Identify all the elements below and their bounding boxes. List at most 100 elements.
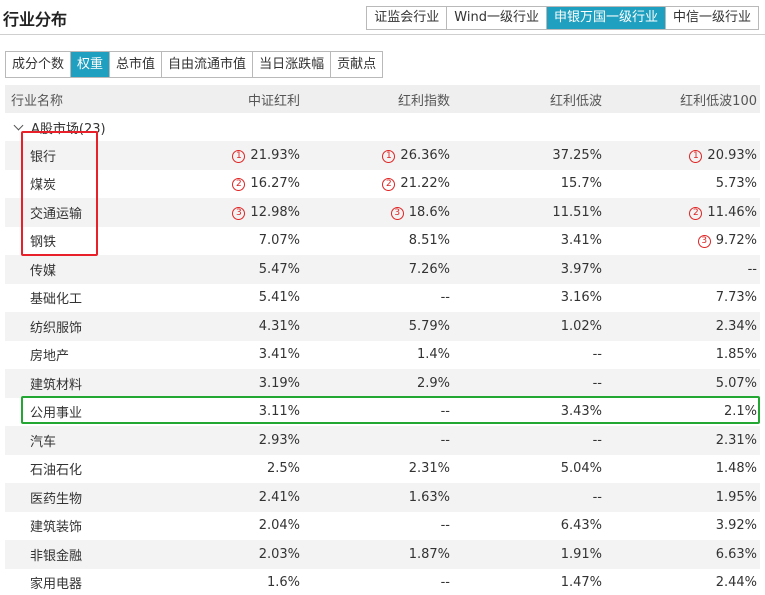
- tab-csrc-industry[interactable]: 证监会行业: [367, 7, 447, 29]
- weight-value: 2.31%: [715, 432, 757, 448]
- table-row[interactable]: 银行 1 21.93% 1 26.36% 37.25% 1 20.93%: [5, 141, 760, 170]
- weight-cell: --: [450, 347, 602, 362]
- weight-cell: 2.44%: [602, 575, 760, 590]
- weight-value: 5.79%: [408, 318, 450, 334]
- weight-value: 2.04%: [258, 518, 300, 534]
- weight-cell: 1 21.93%: [160, 148, 300, 163]
- weight-value: 1.85%: [715, 347, 757, 363]
- weight-cell: --: [300, 575, 450, 590]
- weight-cell: --: [602, 262, 760, 277]
- industry-name-cell: 汽车: [30, 434, 57, 450]
- weight-value: 2.03%: [258, 546, 300, 562]
- weight-cell: 2.9%: [300, 376, 450, 391]
- weight-value: 18.6%: [408, 204, 450, 220]
- table-row[interactable]: 建筑材料 3.19% 2.9% -- 5.07%: [5, 369, 760, 398]
- table-row[interactable]: 非银金融 2.03% 1.87% 1.91% 6.63%: [5, 540, 760, 569]
- table-row[interactable]: 医药生物 2.41% 1.63% -- 1.95%: [5, 483, 760, 512]
- weight-value: 1.63%: [408, 489, 450, 505]
- rank-badge: 2: [382, 178, 396, 192]
- weight-value: 2.93%: [258, 432, 300, 448]
- weight-value: 9.72%: [715, 233, 757, 249]
- column-header-index-2[interactable]: 红利指数: [300, 90, 450, 109]
- tab-total-market-cap[interactable]: 总市值: [109, 52, 162, 77]
- column-header-index-1[interactable]: 中证红利: [160, 90, 300, 109]
- table-row[interactable]: 汽车 2.93% -- -- 2.31%: [5, 426, 760, 455]
- weight-value: 6.43%: [560, 518, 602, 534]
- weight-value: 7.26%: [408, 261, 450, 277]
- weight-value: 3.41%: [560, 233, 602, 249]
- weight-value: --: [440, 290, 450, 306]
- highlight-box-top-industries: [21, 131, 98, 256]
- weight-cell: 7.07%: [160, 233, 300, 248]
- industry-name-cell: 房地产: [30, 349, 70, 365]
- weight-value: 5.47%: [258, 261, 300, 277]
- weight-cell: 5.73%: [602, 176, 760, 191]
- weight-value: 2.34%: [715, 318, 757, 334]
- metric-tab-group: 成分个数 权重 总市值 自由流通市值 当日涨跌幅 贡献点: [5, 51, 384, 78]
- weight-cell: 3 18.6%: [300, 205, 450, 220]
- weight-value: --: [592, 347, 602, 363]
- weight-cell: 2.31%: [300, 461, 450, 476]
- industry-name-cell: 石油石化: [30, 463, 83, 479]
- weight-value: 8.51%: [408, 233, 450, 249]
- table-row[interactable]: 房地产 3.41% 1.4% -- 1.85%: [5, 341, 760, 370]
- tab-contribution-points[interactable]: 贡献点: [330, 52, 383, 77]
- weight-cell: --: [450, 490, 602, 505]
- weight-value: 2.9%: [416, 375, 450, 391]
- table-row[interactable]: 石油石化 2.5% 2.31% 5.04% 1.48%: [5, 455, 760, 484]
- rank-badge: 3: [232, 206, 246, 220]
- weight-value: 2.31%: [408, 461, 450, 477]
- weight-value: 21.22%: [400, 176, 450, 192]
- table-row[interactable]: 传媒 5.47% 7.26% 3.97% --: [5, 255, 760, 284]
- tab-sw-level1-industry[interactable]: 申银万国一级行业: [545, 7, 665, 29]
- rank-badge: 2: [232, 178, 246, 192]
- chevron-down-icon[interactable]: [13, 120, 24, 130]
- weight-value: 1.02%: [560, 318, 602, 334]
- weight-cell: 5.04%: [450, 461, 602, 476]
- weight-value: 7.73%: [715, 290, 757, 306]
- table-row[interactable]: 钢铁 7.07% 8.51% 3.41% 3 9.72%: [5, 227, 760, 256]
- weight-cell: 7.26%: [300, 262, 450, 277]
- weight-value: 2.41%: [258, 489, 300, 505]
- industry-weight-table: 行业名称 中证红利 红利指数 红利低波 红利低波100 A股市场(23) 银行 1…: [5, 85, 760, 595]
- column-header-index-4[interactable]: 红利低波100: [602, 90, 760, 109]
- group-row-a-share-market[interactable]: A股市场(23): [5, 113, 760, 141]
- page-title: 行业分布: [3, 10, 68, 29]
- table-row[interactable]: 建筑装饰 2.04% -- 6.43% 3.92%: [5, 512, 760, 541]
- table-row[interactable]: 纺织服饰 4.31% 5.79% 1.02% 2.34%: [5, 312, 760, 341]
- weight-cell: 3.41%: [160, 347, 300, 362]
- table-row[interactable]: 交通运输 3 12.98% 3 18.6% 11.51% 2 11.46%: [5, 198, 760, 227]
- table-row[interactable]: 家用电器 1.6% -- 1.47% 2.44%: [5, 569, 760, 595]
- tab-free-float-market-cap[interactable]: 自由流通市值: [161, 52, 253, 77]
- tab-constituent-count[interactable]: 成分个数: [6, 52, 71, 77]
- weight-value: 1.6%: [266, 575, 300, 591]
- weight-value: 5.73%: [715, 176, 757, 192]
- classification-tab-group: 证监会行业 Wind一级行业 申银万国一级行业 中信一级行业: [366, 6, 759, 30]
- rank-badge: 3: [390, 206, 404, 220]
- weight-value: --: [592, 375, 602, 391]
- tab-daily-change[interactable]: 当日涨跌幅: [252, 52, 331, 77]
- weight-cell: 3.92%: [602, 518, 760, 533]
- weight-cell: --: [300, 433, 450, 448]
- weight-cell: 1.87%: [300, 547, 450, 562]
- tab-wind-level1-industry[interactable]: Wind一级行业: [446, 7, 546, 29]
- weight-value: 1.4%: [416, 347, 450, 363]
- weight-cell: 3.41%: [450, 233, 602, 248]
- weight-cell: 2.5%: [160, 461, 300, 476]
- table-row[interactable]: 基础化工 5.41% -- 3.16% 7.73%: [5, 284, 760, 313]
- weight-cell: 11.51%: [450, 205, 602, 220]
- weight-cell: 1.48%: [602, 461, 760, 476]
- weight-cell: --: [300, 290, 450, 305]
- weight-value: 3.97%: [560, 261, 602, 277]
- table-row[interactable]: 煤炭 2 16.27% 2 21.22% 15.7% 5.73%: [5, 170, 760, 199]
- weight-value: 3.41%: [258, 347, 300, 363]
- weight-value: 16.27%: [250, 176, 300, 192]
- weight-value: 15.7%: [560, 176, 602, 192]
- rank-badge: 1: [689, 149, 703, 163]
- tab-weight[interactable]: 权重: [70, 52, 110, 77]
- tab-citic-level1-industry[interactable]: 中信一级行业: [664, 7, 758, 29]
- weight-cell: 2.41%: [160, 490, 300, 505]
- column-header-index-3[interactable]: 红利低波: [450, 90, 602, 109]
- weight-cell: 3.19%: [160, 376, 300, 391]
- column-header-industry[interactable]: 行业名称: [5, 90, 160, 109]
